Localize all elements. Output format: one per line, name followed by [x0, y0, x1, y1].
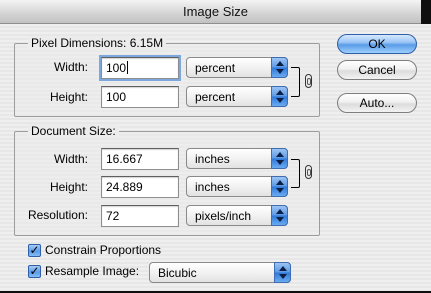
pixel-dimensions-label: Pixel Dimensions: 6.15M [28, 36, 167, 50]
text-caret [127, 61, 129, 74]
pixel-width-label: Width: [53, 60, 88, 74]
constrain-proportions-checkbox[interactable]: ✓ [28, 244, 41, 257]
pixel-dimensions-size: 6.15M [129, 36, 164, 50]
pixel-link-bracket [291, 67, 300, 97]
up-down-arrows-icon [271, 176, 288, 197]
doc-height-label: Height: [49, 180, 88, 194]
doc-height-input[interactable]: 24.889 [101, 176, 179, 198]
document-size-label: Document Size: [28, 124, 119, 138]
auto-button[interactable]: Auto... [337, 93, 417, 113]
resample-method-select[interactable]: Bicubic [149, 262, 291, 283]
checkmark-icon: ✓ [29, 243, 40, 257]
cancel-button[interactable]: Cancel [337, 60, 417, 80]
pixel-height-label: Height: [49, 90, 88, 104]
doc-height-value: 24.889 [106, 180, 143, 194]
pixel-height-value: 100 [106, 90, 127, 104]
resolution-value: 72 [106, 209, 120, 223]
chain-link-icon [305, 165, 312, 179]
ok-button[interactable]: OK [337, 34, 417, 54]
resolution-input[interactable]: 72 [101, 205, 179, 227]
resample-image-label: Resample Image: [45, 264, 140, 278]
title-bar[interactable]: Image Size [0, 0, 431, 24]
constrain-proportions-label: Constrain Proportions [45, 243, 162, 257]
pixel-height-input[interactable]: 100 [101, 86, 179, 108]
pixel-width-unit: percent [195, 61, 236, 75]
doc-width-unit: inches [195, 152, 230, 166]
doc-height-unit-select[interactable]: inches [186, 176, 288, 197]
doc-width-label: Width: [53, 152, 88, 166]
up-down-arrows-icon [271, 86, 288, 107]
up-down-arrows-icon [274, 262, 291, 283]
pixel-dimensions-title: Pixel Dimensions: [31, 36, 127, 50]
doc-width-unit-select[interactable]: inches [186, 148, 288, 169]
resolution-unit: pixels/inch [195, 209, 252, 223]
up-down-arrows-icon [271, 205, 288, 226]
pixel-width-unit-select[interactable]: percent [186, 57, 288, 78]
image-size-dialog: Image Size Pixel Dimensions: 6.15M Width… [0, 0, 431, 293]
doc-width-input[interactable]: 16.667 [101, 148, 179, 170]
pixel-width-input[interactable]: 100 [99, 55, 181, 81]
pixel-height-unit-select[interactable]: percent [186, 86, 288, 107]
up-down-arrows-icon [271, 57, 288, 78]
doc-height-unit: inches [195, 180, 230, 194]
resolution-label: Resolution: [27, 208, 88, 222]
up-down-arrows-icon [271, 148, 288, 169]
window-edge [421, 0, 431, 24]
dialog-title: Image Size [182, 4, 249, 19]
resample-method: Bicubic [158, 266, 197, 280]
resample-image-checkbox[interactable]: ✓ [28, 265, 41, 278]
resolution-unit-select[interactable]: pixels/inch [186, 205, 288, 226]
pixel-width-value: 100 [106, 61, 127, 75]
checkmark-icon: ✓ [29, 264, 40, 278]
doc-link-bracket [291, 159, 300, 188]
chain-link-icon [305, 74, 312, 88]
doc-width-value: 16.667 [106, 152, 143, 166]
pixel-height-unit: percent [195, 90, 236, 104]
